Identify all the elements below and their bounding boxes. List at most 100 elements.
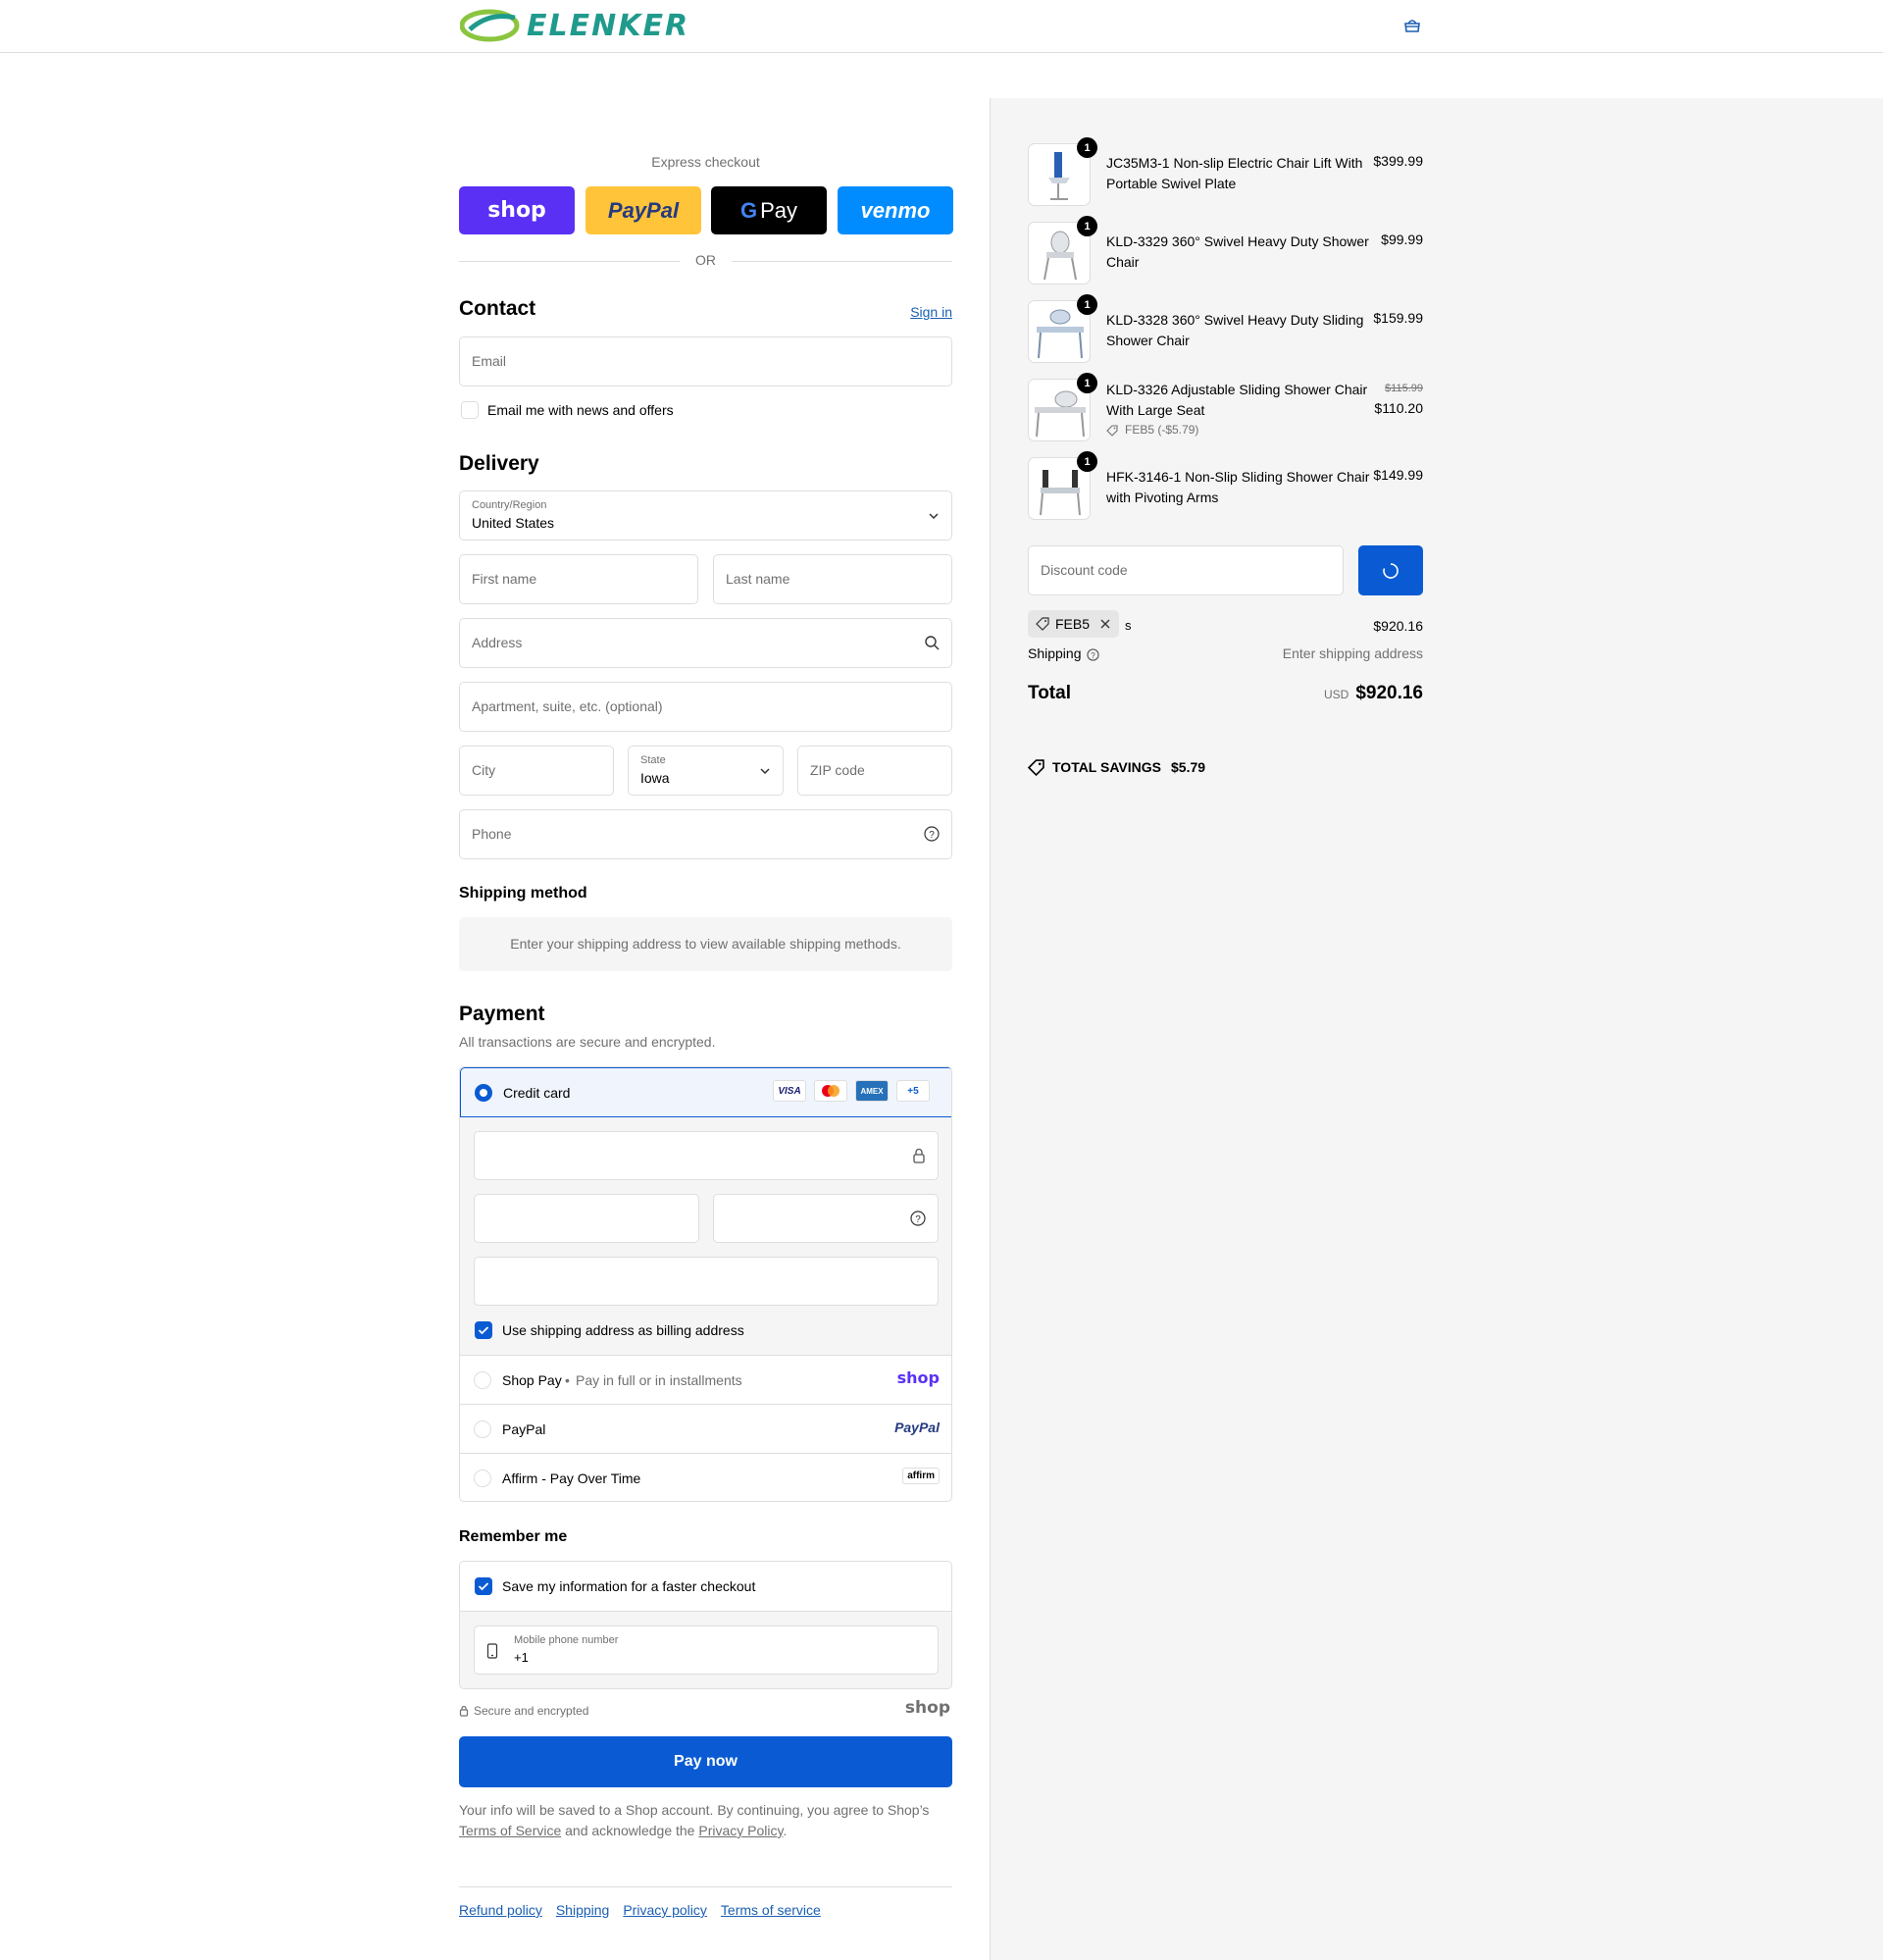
shop-pay-option[interactable]: Shop Pay • Pay in full or in installment… (460, 1356, 951, 1405)
svg-text:?: ? (1091, 650, 1095, 660)
elenker-swoosh-icon (460, 9, 520, 42)
paypal-logo: PayPal (894, 1419, 940, 1435)
lock-icon (459, 1705, 469, 1717)
last-name-placeholder: Last name (726, 571, 790, 587)
card-cvv-field[interactable]: ? (713, 1194, 939, 1243)
quantity-badge: 1 (1077, 294, 1097, 315)
google-pay-express-button[interactable]: G Pay (711, 186, 827, 234)
tag-icon (1106, 425, 1118, 437)
payment-methods: Credit card VISA AMEX +5 ? Use shipping … (459, 1066, 952, 1502)
first-name-field[interactable]: First name (459, 554, 698, 604)
item-name: JC35M3-1 Non-slip Electric Chair Lift Wi… (1106, 155, 1363, 191)
address-placeholder: Address (472, 635, 523, 650)
secure-label: Secure and encrypted (474, 1704, 589, 1718)
shipping-policy-link[interactable]: Shipping (556, 1902, 610, 1918)
item-price: $149.99 (1373, 467, 1423, 483)
paypal-option[interactable]: PayPal PayPal (460, 1405, 951, 1454)
order-summary-panel (990, 98, 1883, 1960)
shop-terms-link[interactable]: Terms of Service (459, 1823, 561, 1838)
apply-discount-button[interactable] (1358, 545, 1423, 595)
help-circle-icon[interactable]: ? (924, 826, 940, 842)
svg-text:?: ? (915, 1214, 921, 1225)
tag-icon (1036, 617, 1049, 631)
item-name: KLD-3328 360° Swivel Heavy Duty Sliding … (1106, 312, 1364, 348)
country-select[interactable]: Country/Region United States (459, 490, 952, 541)
shipping-value: Enter shipping address (1282, 645, 1423, 661)
zip-field[interactable]: ZIP code (797, 746, 952, 796)
checkmark-icon (478, 1326, 489, 1335)
terms-of-service-link[interactable]: Terms of service (721, 1902, 821, 1918)
paypal-express-button[interactable]: PayPal (585, 186, 701, 234)
billing-checkbox[interactable] (475, 1321, 492, 1339)
shop-pay-logo: shop (896, 1368, 940, 1387)
chevron-down-icon (760, 768, 770, 775)
refund-policy-link[interactable]: Refund policy (459, 1902, 542, 1918)
shop-pay-express-button[interactable]: shop (459, 186, 575, 234)
legal-suffix: . (783, 1823, 788, 1838)
card-number-field[interactable] (474, 1131, 939, 1180)
total-label: Total (1028, 683, 1071, 703)
save-info-label: Save my information for a faster checkou… (502, 1578, 756, 1594)
address-field[interactable]: Address (459, 618, 952, 668)
phone-field[interactable]: Phone ? (459, 809, 952, 859)
state-select[interactable]: State Iowa (628, 746, 784, 796)
card-expiry-field[interactable] (474, 1194, 699, 1243)
news-checkbox[interactable] (461, 401, 479, 419)
card-name-field[interactable] (474, 1257, 939, 1306)
mobile-phone-value: +1 (514, 1650, 529, 1665)
discount-code-field[interactable]: Discount code (1028, 545, 1344, 595)
paypal-label: PayPal (502, 1421, 546, 1437)
close-icon[interactable] (1099, 618, 1111, 630)
item-price: $399.99 (1373, 153, 1423, 169)
quantity-badge: 1 (1077, 137, 1097, 158)
affirm-option[interactable]: Affirm - Pay Over Time affirm (460, 1454, 951, 1501)
pay-now-button[interactable]: Pay now (459, 1736, 952, 1787)
remember-box: Save my information for a faster checkou… (459, 1561, 952, 1689)
shop-pay-label: Shop Pay (502, 1372, 562, 1388)
item-price: $159.99 (1373, 310, 1423, 326)
lock-icon (913, 1148, 925, 1163)
subtotal-label-fragment: s (1125, 618, 1132, 633)
item-name: HFK-3146-1 Non-Slip Sliding Shower Chair… (1106, 469, 1370, 505)
quantity-badge: 1 (1077, 451, 1097, 472)
line-item: 1 HFK-3146-1 Non-Slip Sliding Shower Cha… (1028, 451, 1423, 522)
shop-privacy-link[interactable]: Privacy Policy (698, 1823, 783, 1838)
delivery-title: Delivery (459, 452, 539, 475)
line-item: 1 JC35M3-1 Non-slip Electric Chair Lift … (1028, 137, 1423, 208)
first-name-placeholder: First name (472, 571, 537, 587)
credit-card-radio[interactable] (475, 1084, 492, 1102)
affirm-logo: affirm (902, 1468, 940, 1484)
paypal-radio[interactable] (474, 1420, 491, 1438)
shop-pay-radio[interactable] (474, 1371, 491, 1389)
apartment-field[interactable]: Apartment, suite, etc. (optional) (459, 682, 952, 732)
search-icon (925, 636, 940, 650)
sign-in-link[interactable]: Sign in (910, 304, 952, 320)
shipping-label: Shipping (1028, 645, 1082, 661)
help-circle-icon[interactable]: ? (910, 1211, 926, 1226)
privacy-policy-link[interactable]: Privacy policy (623, 1902, 707, 1918)
city-placeholder: City (472, 762, 496, 778)
venmo-express-button[interactable]: venmo (838, 186, 953, 234)
credit-card-option[interactable]: Credit card VISA AMEX +5 (460, 1067, 951, 1117)
item-old-price: $115.99 (1385, 383, 1423, 394)
cart-icon[interactable] (1402, 18, 1422, 36)
help-circle-icon[interactable]: ? (1087, 648, 1099, 661)
city-field[interactable]: City (459, 746, 614, 796)
last-name-field[interactable]: Last name (713, 554, 952, 604)
contact-title: Contact (459, 297, 536, 320)
shop-logo: shop (487, 198, 546, 223)
save-info-checkbox[interactable] (475, 1577, 492, 1595)
mobile-phone-field[interactable]: Mobile phone number +1 (474, 1625, 939, 1675)
applied-discount-chip: FEB5 (1028, 610, 1120, 638)
card-fields-area: ? Use shipping address as billing addres… (460, 1117, 951, 1355)
total-savings-label: TOTAL SAVINGS (1052, 759, 1161, 775)
brand-logo[interactable]: ELENKER (460, 8, 689, 43)
remember-title: Remember me (459, 1528, 568, 1545)
total-savings-value: $5.79 (1171, 759, 1206, 775)
email-field[interactable]: Email (459, 336, 952, 387)
zip-placeholder: ZIP code (810, 762, 865, 778)
visa-logo: VISA (773, 1080, 806, 1102)
subtotal-value: $920.16 (1373, 618, 1423, 634)
affirm-radio[interactable] (474, 1470, 491, 1487)
legal-text: Your info will be saved to a Shop accoun… (459, 1800, 952, 1841)
